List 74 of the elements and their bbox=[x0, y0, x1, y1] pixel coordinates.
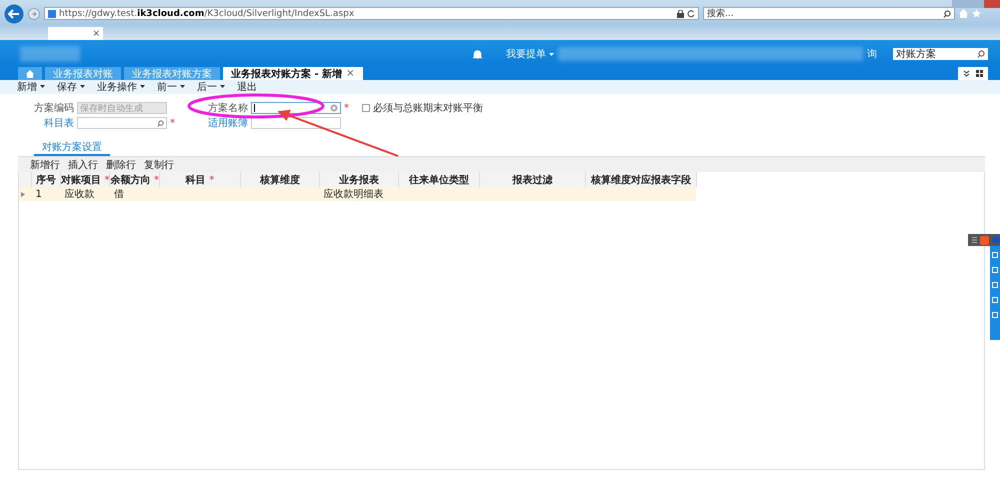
column-header: 对账项目 * bbox=[60, 172, 110, 187]
menu-icon[interactable] bbox=[972, 237, 977, 243]
home-icon bbox=[26, 70, 34, 78]
address-bar[interactable]: https://gdwy.test.ik3cloud.com/K3cloud/Silverlight/IndexSL.aspx bbox=[44, 7, 699, 20]
grid-icon[interactable] bbox=[976, 70, 983, 77]
toolbar-menu[interactable]: 新增 bbox=[17, 80, 45, 94]
toolbar-menu[interactable]: 业务操作 bbox=[97, 80, 145, 94]
field-label: 方案编码 bbox=[33, 102, 74, 115]
search-field[interactable]: 对账方案 bbox=[893, 48, 988, 60]
star-icon[interactable] bbox=[972, 9, 981, 18]
close-icon[interactable]: × bbox=[92, 28, 100, 38]
grid-toolbar-button[interactable]: 新增行 bbox=[30, 158, 60, 172]
home-tab[interactable] bbox=[18, 67, 42, 80]
blurred-logo bbox=[20, 46, 80, 62]
table-cell: 应收款明细表 bbox=[319, 187, 398, 201]
app-icon[interactable] bbox=[980, 236, 989, 244]
column-header: 业务报表 bbox=[319, 172, 398, 187]
column-header: 报表过滤 bbox=[479, 172, 586, 187]
column-header: 序号 bbox=[32, 172, 60, 187]
field-link[interactable]: 科目表 bbox=[14, 116, 74, 130]
tool-icon[interactable] bbox=[992, 252, 998, 258]
lock-icon bbox=[677, 10, 684, 18]
search-icon[interactable] bbox=[943, 10, 951, 18]
input-field[interactable] bbox=[77, 117, 167, 129]
bell-icon[interactable] bbox=[472, 48, 482, 58]
tool-icon[interactable] bbox=[992, 297, 998, 303]
back-icon[interactable] bbox=[4, 4, 24, 24]
search-icon[interactable] bbox=[977, 50, 985, 58]
caret-icon bbox=[180, 85, 185, 89]
table-cell: 借 bbox=[110, 187, 160, 201]
caret-icon bbox=[140, 85, 145, 89]
field-link[interactable]: 适用账簿 bbox=[188, 116, 248, 130]
required-mark: * bbox=[170, 118, 176, 128]
site-icon bbox=[48, 10, 56, 18]
search-value: 对账方案 bbox=[896, 48, 936, 60]
table-cell: 应收款 bbox=[60, 187, 110, 201]
search-field[interactable]: 搜索... bbox=[703, 7, 955, 20]
page-tab[interactable]: 业务报表对账方案 - 新增 × bbox=[223, 67, 363, 80]
toolbar-menu[interactable]: 前一 bbox=[157, 80, 185, 94]
toolbar-menu[interactable]: 退出 bbox=[237, 80, 257, 94]
caret-icon bbox=[40, 85, 45, 89]
field-label: 方案名称 bbox=[207, 102, 248, 115]
table-row[interactable]: 1 应收款 借 应收款明细表 bbox=[19, 187, 696, 201]
double-chevron-icon[interactable] bbox=[963, 70, 970, 77]
required-mark: * bbox=[344, 102, 350, 114]
column-header: 余额方向 * bbox=[110, 172, 160, 187]
submit-menu[interactable]: 我要提单 bbox=[506, 46, 554, 60]
forward-icon[interactable] bbox=[28, 8, 40, 20]
table-cell: 1 bbox=[32, 187, 60, 201]
column-header: 核算维度对应报表字段 bbox=[585, 172, 696, 187]
grid-toolbar-button[interactable]: 删除行 bbox=[106, 158, 136, 172]
header-text: 询 bbox=[867, 48, 877, 60]
checkbox[interactable] bbox=[362, 104, 370, 112]
checkbox-label: 必须与总账期末对账平衡 bbox=[373, 102, 483, 115]
tool-icon[interactable] bbox=[992, 267, 998, 273]
toolbar-menu[interactable]: 后一 bbox=[197, 80, 225, 94]
column-header: 核算维度 bbox=[240, 172, 320, 187]
url-text: https://gdwy.test.ik3cloud.com/K3cloud/Silverlight/IndexSL.aspx bbox=[59, 8, 354, 18]
grid-toolbar-button[interactable]: 复制行 bbox=[144, 158, 174, 172]
caret-icon bbox=[549, 52, 554, 56]
lookup-icon[interactable] bbox=[330, 104, 338, 112]
tool-icon[interactable] bbox=[992, 312, 998, 318]
search-icon[interactable] bbox=[157, 120, 164, 126]
column-header: 科目 * bbox=[159, 172, 240, 187]
caret-icon bbox=[80, 85, 85, 89]
search-placeholder: 搜索... bbox=[707, 8, 734, 20]
row-pointer-icon bbox=[21, 192, 25, 196]
close-icon[interactable]: × bbox=[346, 68, 355, 79]
grid-toolbar-button[interactable]: 插入行 bbox=[68, 158, 98, 172]
toolbar-menu[interactable]: 保存 bbox=[57, 80, 85, 94]
tool-icon[interactable] bbox=[992, 282, 998, 288]
caret-icon bbox=[220, 85, 225, 89]
refresh-icon[interactable] bbox=[687, 10, 695, 18]
column-header: 往来单位类型 bbox=[398, 172, 480, 187]
